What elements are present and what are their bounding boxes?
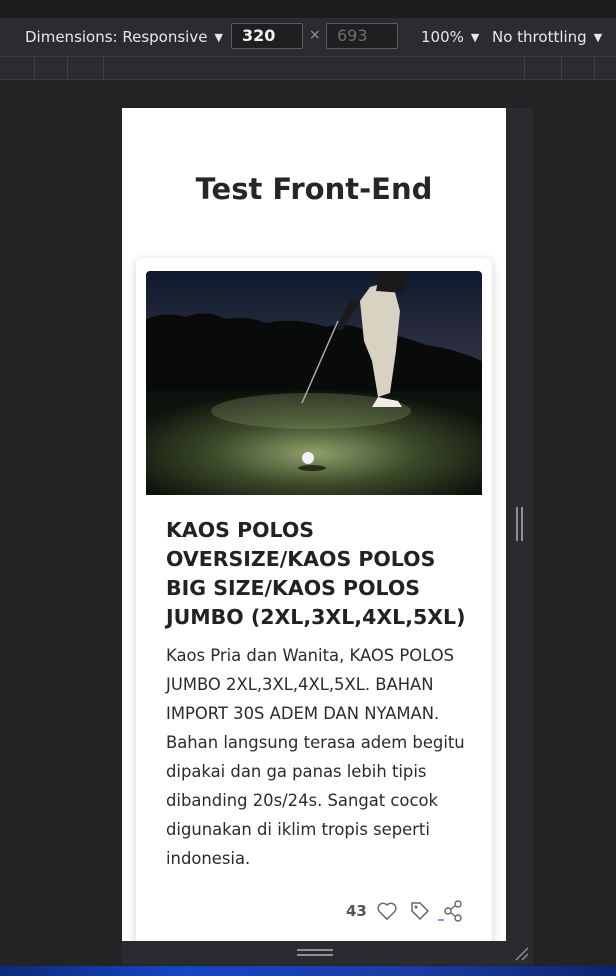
heart-icon[interactable] bbox=[376, 901, 398, 921]
share-icon[interactable] bbox=[437, 900, 464, 922]
dimensions-dropdown[interactable]: Dimensions: Responsive ▼ bbox=[25, 28, 223, 46]
throttling-dropdown[interactable]: No throttling ▼ bbox=[492, 28, 602, 46]
product-title: KAOS POLOS OVERSIZE/KAOS POLOS BIG SIZE/… bbox=[166, 518, 466, 629]
chevron-down-icon: ▼ bbox=[470, 30, 480, 44]
chevron-down-icon: ▼ bbox=[593, 30, 603, 44]
height-input[interactable]: 693 bbox=[326, 23, 398, 49]
chevron-down-icon: ▼ bbox=[214, 30, 223, 44]
media-query-bar[interactable] bbox=[0, 57, 616, 80]
zoom-label: 100% bbox=[421, 28, 464, 46]
corner-resize-icon[interactable] bbox=[512, 944, 530, 962]
width-input[interactable]: 320 bbox=[231, 23, 303, 49]
devtools-top-strip bbox=[0, 0, 616, 19]
zoom-dropdown[interactable]: 100% ▼ bbox=[421, 28, 479, 46]
device-toolbar: Dimensions: Responsive ▼ 320 × 693 100% … bbox=[0, 18, 616, 57]
tag-icon[interactable] bbox=[410, 901, 430, 921]
product-image bbox=[146, 271, 482, 495]
like-count: 43 bbox=[346, 902, 367, 920]
card-footer: 43 bbox=[346, 900, 464, 922]
dimensions-label: Dimensions: Responsive bbox=[25, 28, 208, 46]
throttling-label: No throttling bbox=[492, 28, 587, 46]
bottom-resize-handle[interactable] bbox=[297, 949, 333, 957]
device-viewport: Test Front-End KAOS POLOS OVERSIZE/KAOS … bbox=[122, 108, 506, 941]
page-title: Test Front-End bbox=[195, 172, 433, 206]
os-taskbar-strip bbox=[0, 966, 616, 976]
product-card: KAOS POLOS OVERSIZE/KAOS POLOS BIG SIZE/… bbox=[136, 258, 492, 941]
dimension-separator: × bbox=[309, 27, 321, 43]
product-description: Kaos Pria dan Wanita, KAOS POLOS JUMBO 2… bbox=[166, 646, 465, 868]
right-resize-handle[interactable] bbox=[516, 507, 524, 541]
